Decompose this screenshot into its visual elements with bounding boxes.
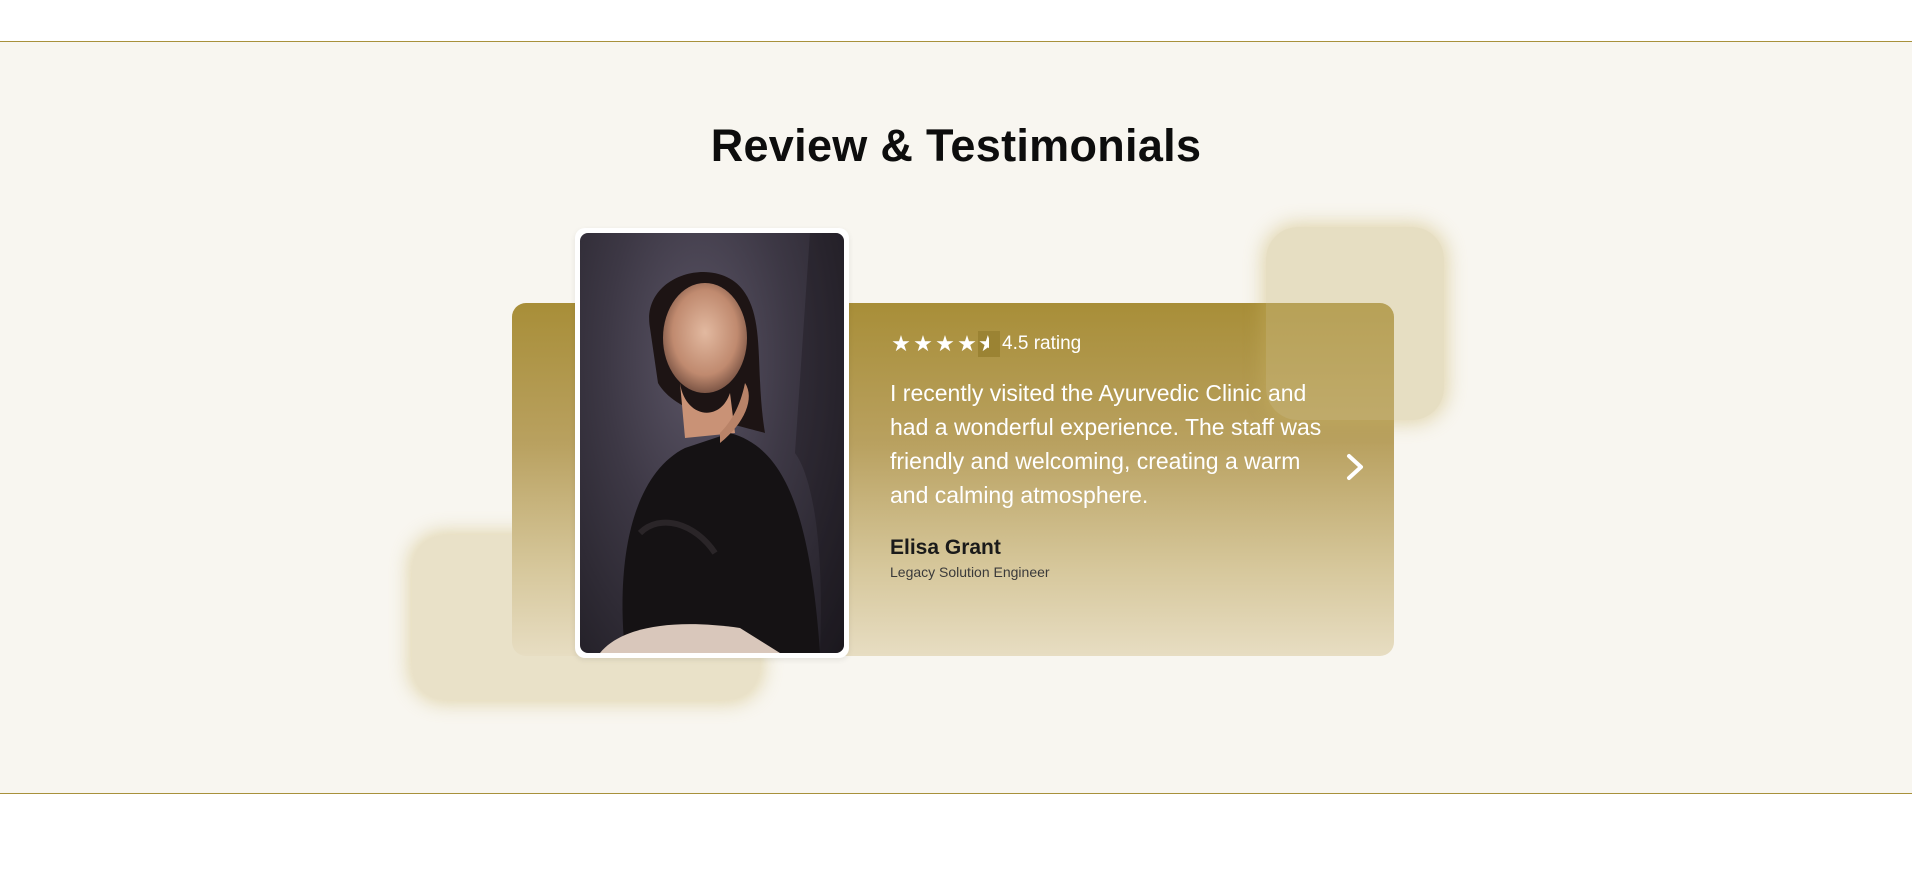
reviewer-photo: [580, 233, 844, 653]
star-icon: ★: [891, 331, 911, 356]
rating-row: ★ ★ ★ ★ ★ 4.5 rating: [890, 330, 1330, 358]
star-icon: ★: [957, 331, 977, 356]
next-testimonial-button[interactable]: [1338, 450, 1372, 484]
star-rating: ★ ★ ★ ★ ★: [890, 331, 1000, 357]
star-icon: ★: [913, 331, 933, 356]
rating-text: 4.5 rating: [1002, 333, 1082, 354]
star-icon: ★: [935, 331, 955, 356]
reviewer-photo-frame: [575, 228, 849, 658]
reviewer-role: Legacy Solution Engineer: [890, 564, 1050, 580]
testimonial-content: ★ ★ ★ ★ ★ 4.5 rating I recently visited …: [890, 330, 1330, 580]
testimonial-quote: I recently visited the Ayurvedic Clinic …: [890, 380, 1322, 508]
section-title: Review & Testimonials: [710, 120, 1202, 171]
half-star-icon: ★: [978, 331, 1000, 357]
reviewer-name: Elisa Grant: [890, 536, 1001, 559]
chevron-right-icon: [1347, 454, 1363, 480]
